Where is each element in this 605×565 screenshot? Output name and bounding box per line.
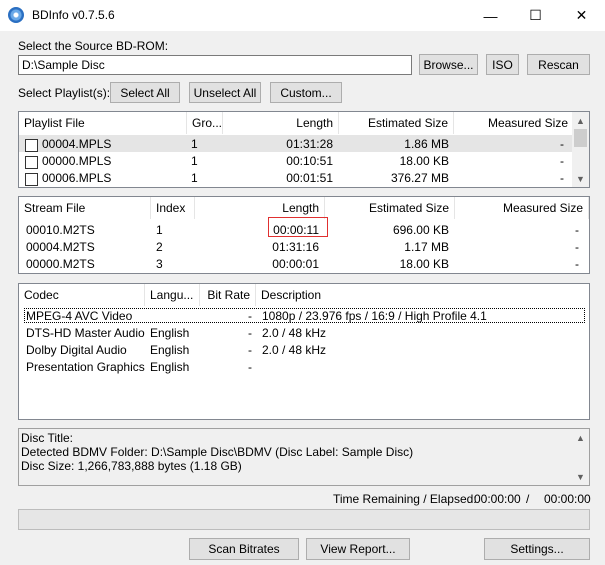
playlist-file: 00006.MPLS — [42, 171, 112, 185]
time-separator: / — [526, 492, 530, 506]
playlist-checkbox[interactable] — [25, 156, 38, 169]
time-elapsed-value: 00:00:00 — [544, 492, 591, 506]
playlist-col-length[interactable]: Length — [223, 112, 339, 134]
scroll-thumb[interactable] — [574, 129, 587, 147]
codec-col-description[interactable]: Description — [256, 284, 589, 306]
playlist-length: 00:10:51 — [286, 154, 333, 168]
playlist-length: 00:01:51 — [286, 171, 333, 185]
disc-info-box[interactable]: Disc Title: Detected BDMV Folder: D:\Sam… — [18, 428, 590, 486]
playlist-meas-size: - — [560, 154, 564, 168]
codec-language: English — [150, 343, 190, 357]
stream-table[interactable]: Stream File Index Length Estimated Size … — [18, 196, 590, 274]
stream-col-file[interactable]: Stream File — [19, 197, 151, 219]
disc-title: Disc Title: — [21, 431, 74, 445]
stream-meas-size: - — [575, 257, 579, 271]
source-label: Select the Source BD-ROM: — [18, 39, 169, 53]
stream-col-est-size[interactable]: Estimated Size — [325, 197, 455, 219]
stream-est-size: 1.17 MB — [404, 240, 449, 254]
time-remaining-value: 00:00:00 — [474, 492, 521, 506]
title-bar: BDInfo v0.7.5.6 — ☐ ✕ — [0, 0, 605, 31]
playlist-col-file[interactable]: Playlist File — [19, 112, 187, 134]
playlist-meas-size: - — [560, 171, 564, 185]
codec-table[interactable]: Codec Langu... Bit Rate Description MPEG… — [18, 283, 590, 420]
playlist-col-group[interactable]: Gro... — [187, 112, 223, 134]
scroll-up-icon[interactable]: ▲ — [572, 429, 589, 446]
info-scrollbar[interactable]: ▲ ▼ — [572, 429, 589, 485]
playlist-file: 00004.MPLS — [42, 137, 112, 151]
close-button[interactable]: ✕ — [559, 0, 604, 31]
bdmv-folder: Detected BDMV Folder: D:\Sample Disc\BDM… — [21, 445, 414, 459]
stream-index: 3 — [156, 257, 163, 271]
scroll-down-icon[interactable]: ▼ — [572, 468, 589, 485]
codec-language: English — [150, 360, 190, 374]
iso-button[interactable]: ISO — [486, 54, 519, 75]
codec-bitrate: - — [248, 343, 252, 357]
playlist-group: 1 — [191, 171, 198, 185]
stream-file: 00010.M2TS — [26, 223, 95, 237]
codec-name: MPEG-4 AVC Video — [26, 309, 133, 323]
playlist-table[interactable]: Playlist File Gro... Length Estimated Si… — [18, 111, 590, 188]
custom-button[interactable]: Custom... — [270, 82, 342, 103]
unselect-all-button[interactable]: Unselect All — [189, 82, 261, 103]
playlist-est-size: 18.00 KB — [399, 154, 449, 168]
codec-col-bitrate[interactable]: Bit Rate — [200, 284, 256, 306]
codec-bitrate: - — [248, 309, 252, 323]
stream-file: 00000.M2TS — [26, 257, 95, 271]
time-remaining-label: Time Remaining / Elapsed: — [333, 492, 477, 506]
playlist-checkbox[interactable] — [25, 173, 38, 186]
playlist-group: 1 — [191, 137, 198, 151]
stream-meas-size: - — [575, 240, 579, 254]
codec-name: DTS-HD Master Audio — [26, 326, 145, 340]
scroll-up-icon[interactable]: ▲ — [572, 112, 589, 129]
playlist-length: 01:31:28 — [286, 137, 333, 151]
window-title: BDInfo v0.7.5.6 — [32, 8, 115, 22]
stream-est-size: 696.00 KB — [392, 223, 449, 237]
select-all-button[interactable]: Select All — [110, 82, 180, 103]
stream-col-length[interactable]: Length — [195, 197, 325, 219]
stream-index: 2 — [156, 240, 163, 254]
stream-col-meas-size[interactable]: Measured Size — [455, 197, 589, 219]
disc-size: Disc Size: 1,266,783,888 bytes (1.18 GB) — [21, 459, 242, 473]
select-playlists-label: Select Playlist(s): — [18, 86, 111, 100]
scroll-down-icon[interactable]: ▼ — [572, 170, 589, 187]
playlist-meas-size: - — [560, 137, 564, 151]
stream-length: 00:00:01 — [272, 257, 319, 271]
codec-description: 2.0 / 48 kHz — [262, 326, 327, 340]
rescan-button[interactable]: Rescan — [527, 54, 590, 75]
playlist-scrollbar[interactable]: ▲ ▼ — [572, 112, 589, 187]
playlist-est-size: 376.27 MB — [390, 171, 449, 185]
codec-name: Dolby Digital Audio — [26, 343, 127, 357]
stream-file: 00004.M2TS — [26, 240, 95, 254]
minimize-button[interactable]: — — [468, 0, 513, 31]
settings-button[interactable]: Settings... — [484, 538, 590, 560]
codec-bitrate: - — [248, 326, 252, 340]
codec-bitrate: - — [248, 360, 252, 374]
stream-est-size: 18.00 KB — [399, 257, 449, 271]
playlist-group: 1 — [191, 154, 198, 168]
disc-icon — [8, 7, 24, 23]
stream-meas-size: - — [575, 223, 579, 237]
maximize-button[interactable]: ☐ — [513, 0, 558, 31]
stream-length: 00:00:11 — [273, 223, 319, 237]
playlist-checkbox[interactable] — [25, 139, 38, 152]
codec-name: Presentation Graphics — [26, 360, 145, 374]
playlist-col-meas-size[interactable]: Measured Size — [454, 112, 574, 134]
codec-language: English — [150, 326, 190, 340]
scan-progress-bar — [18, 509, 590, 530]
scan-bitrates-button[interactable]: Scan Bitrates — [189, 538, 299, 560]
codec-description: 2.0 / 48 kHz — [262, 343, 327, 357]
playlist-col-est-size[interactable]: Estimated Size — [339, 112, 454, 134]
playlist-file: 00000.MPLS — [42, 154, 112, 168]
stream-length: 01:31:16 — [272, 240, 319, 254]
playlist-est-size: 1.86 MB — [404, 137, 449, 151]
stream-col-index[interactable]: Index — [151, 197, 195, 219]
browse-button[interactable]: Browse... — [419, 54, 478, 75]
codec-col-codec[interactable]: Codec — [19, 284, 145, 306]
stream-index: 1 — [156, 223, 163, 237]
source-path-input[interactable]: D:\Sample Disc — [18, 55, 412, 75]
codec-description: 1080p / 23.976 fps / 16:9 / High Profile… — [262, 309, 487, 323]
codec-col-language[interactable]: Langu... — [145, 284, 200, 306]
view-report-button[interactable]: View Report... — [306, 538, 410, 560]
